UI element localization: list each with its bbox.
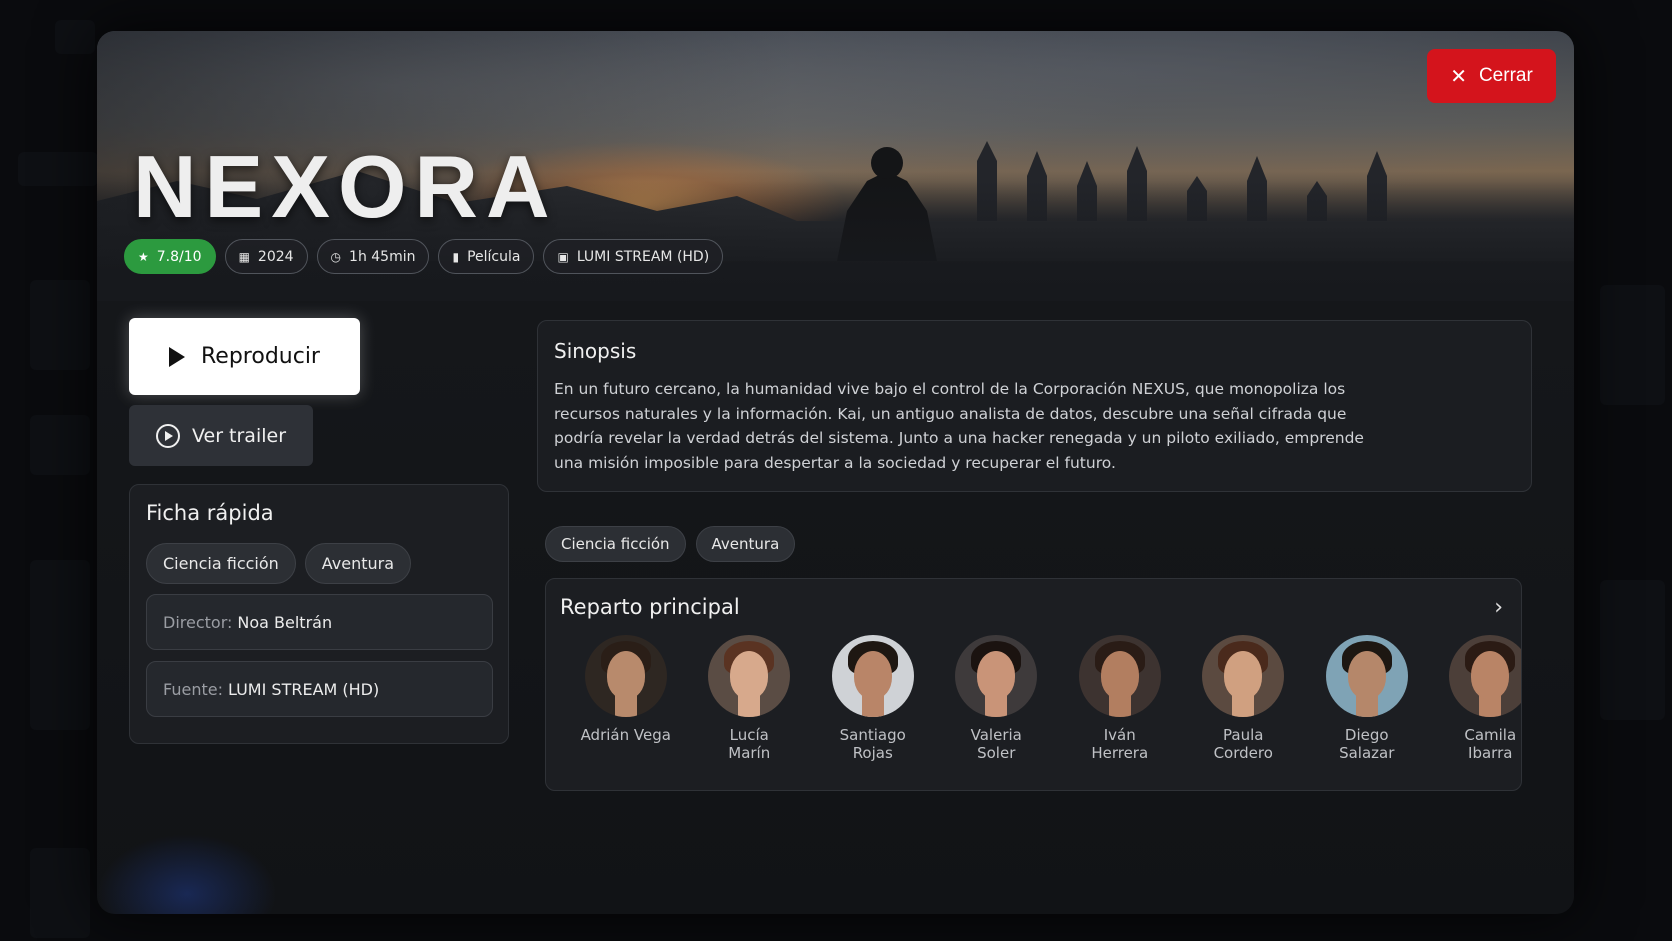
cast-panel: Reparto principal › Adrián Vega Lucía Marí…	[545, 578, 1522, 791]
movie-detail-modal: ✕ Cerrar NEXORA ★ 7.8/10 ▦ 2024 ◷ 1h 45m…	[97, 31, 1574, 914]
avatar	[1449, 635, 1521, 717]
cast-first-name: Iván	[1103, 726, 1136, 744]
cast-name: Iván Herrera	[1091, 726, 1148, 762]
source-chip: ▣ LUMI STREAM (HD)	[543, 239, 724, 274]
background-card	[30, 560, 90, 730]
background-card	[18, 152, 98, 186]
year-chip: ▦ 2024	[224, 239, 308, 274]
background-card	[30, 280, 90, 370]
cast-first-name: Diego	[1344, 726, 1389, 744]
close-button[interactable]: ✕ Cerrar	[1427, 49, 1556, 103]
source-value: LUMI STREAM (HD)	[576, 248, 710, 265]
synopsis-panel: Sinopsis En un futuro cercano, la humani…	[537, 320, 1532, 492]
type-chip: ▮ Película	[438, 239, 535, 274]
source-label: Fuente:	[163, 679, 223, 699]
cast-last-name: Herrera	[1091, 744, 1149, 762]
cast-member[interactable]: Santiago Rojas	[811, 635, 935, 762]
cast-first-name: Santiago	[839, 726, 906, 744]
film-icon: ▮	[452, 249, 460, 264]
director-label: Director:	[163, 612, 233, 632]
cast-member[interactable]: Adrián Vega	[564, 635, 688, 762]
stream-icon: ▣	[557, 249, 569, 264]
movie-title: NEXORA	[133, 137, 558, 236]
trailer-button[interactable]: Ver trailer	[129, 405, 313, 466]
cast-member[interactable]: Valeria Soler	[935, 635, 1059, 762]
play-icon	[169, 346, 185, 367]
genre-chip[interactable]: Ciencia ficción	[146, 543, 296, 584]
chevron-right-icon[interactable]: ›	[1494, 595, 1503, 620]
cast-first-name: Paula	[1223, 726, 1264, 744]
avatar	[831, 635, 914, 717]
rating-value: 7.8/10	[156, 248, 202, 265]
cast-title: Reparto principal	[560, 595, 740, 619]
cast-name: Santiago Rojas	[840, 726, 906, 762]
background-card	[30, 415, 90, 475]
year-value: 2024	[257, 248, 294, 265]
cast-member[interactable]: Iván Herrera	[1058, 635, 1182, 762]
genre-tag[interactable]: Aventura	[695, 526, 796, 562]
avatar	[584, 635, 667, 717]
duration-chip: ◷ 1h 45min	[316, 239, 430, 274]
cast-name: Valeria Soler	[971, 726, 1022, 762]
type-value: Película	[467, 248, 521, 265]
avatar	[1202, 635, 1285, 717]
genre-tags: Ciencia ficción Aventura	[545, 526, 796, 562]
cast-last-name: Salazar	[1339, 744, 1395, 762]
director-value: Noa Beltrán	[237, 612, 333, 632]
cast-name: Adrián Vega	[581, 726, 671, 744]
background-card	[30, 848, 90, 938]
quick-sheet-panel: Ficha rápida Ciencia ficción Aventura Di…	[129, 484, 509, 744]
cast-member[interactable]: Paula Cordero	[1182, 635, 1306, 762]
cast-last-name: Cordero	[1213, 744, 1273, 762]
cast-name: Paula Cordero	[1214, 726, 1273, 762]
meta-chips: ★ 7.8/10 ▦ 2024 ◷ 1h 45min ▮ Película ▣ …	[124, 239, 724, 274]
play-label: Reproducir	[201, 344, 320, 369]
clock-icon: ◷	[330, 249, 342, 264]
quick-sheet-genres: Ciencia ficción Aventura	[146, 543, 412, 584]
cast-member[interactable]: Lucía Marín	[688, 635, 812, 762]
cast-member[interactable]: Diego Salazar	[1305, 635, 1429, 762]
rating-badge: ★ 7.8/10	[124, 239, 216, 274]
duration-value: 1h 45min	[349, 248, 416, 265]
cast-first-name: Camila	[1464, 726, 1517, 744]
cast-member[interactable]: Camila Ibarra	[1429, 635, 1521, 762]
cast-name: Diego Salazar	[1339, 726, 1394, 762]
cast-list: Adrián Vega Lucía Marín Santiago Rojas Valeri…	[564, 635, 1521, 762]
source-field: Fuente: LUMI STREAM (HD)	[146, 661, 493, 717]
cast-first-name: Valeria	[970, 726, 1022, 744]
quick-sheet-title: Ficha rápida	[146, 501, 274, 525]
cast-name: Camila Ibarra	[1464, 726, 1516, 762]
play-button[interactable]: Reproducir	[129, 318, 360, 395]
genre-tag[interactable]: Ciencia ficción	[545, 526, 686, 562]
cast-last-name: Ibarra	[1468, 744, 1513, 762]
calendar-icon: ▦	[238, 249, 250, 264]
genre-chip[interactable]: Aventura	[304, 543, 412, 584]
avatar	[1325, 635, 1408, 717]
trailer-label: Ver trailer	[191, 424, 287, 447]
cast-first-name: Lucía	[729, 726, 769, 744]
cast-first-name: Adrián Vega	[580, 726, 671, 744]
source-field-value: LUMI STREAM (HD)	[227, 679, 380, 699]
avatar	[1078, 635, 1161, 717]
cast-last-name: Marín	[728, 744, 771, 762]
background-card	[1600, 285, 1665, 405]
cast-last-name: Rojas	[852, 744, 893, 762]
background-card	[1600, 580, 1665, 720]
cast-name: Lucía Marín	[728, 726, 770, 762]
director-field: Director: Noa Beltrán	[146, 594, 493, 650]
avatar	[708, 635, 791, 717]
avatar	[955, 635, 1038, 717]
close-icon: ✕	[1450, 65, 1467, 88]
star-icon: ★	[138, 249, 149, 264]
cast-last-name: Soler	[977, 744, 1016, 762]
close-label: Cerrar	[1478, 65, 1533, 86]
synopsis-text: En un futuro cercano, la humanidad vive …	[554, 380, 1364, 472]
background-card	[55, 20, 95, 54]
play-circle-icon	[155, 423, 180, 448]
synopsis-title: Sinopsis	[554, 339, 637, 363]
